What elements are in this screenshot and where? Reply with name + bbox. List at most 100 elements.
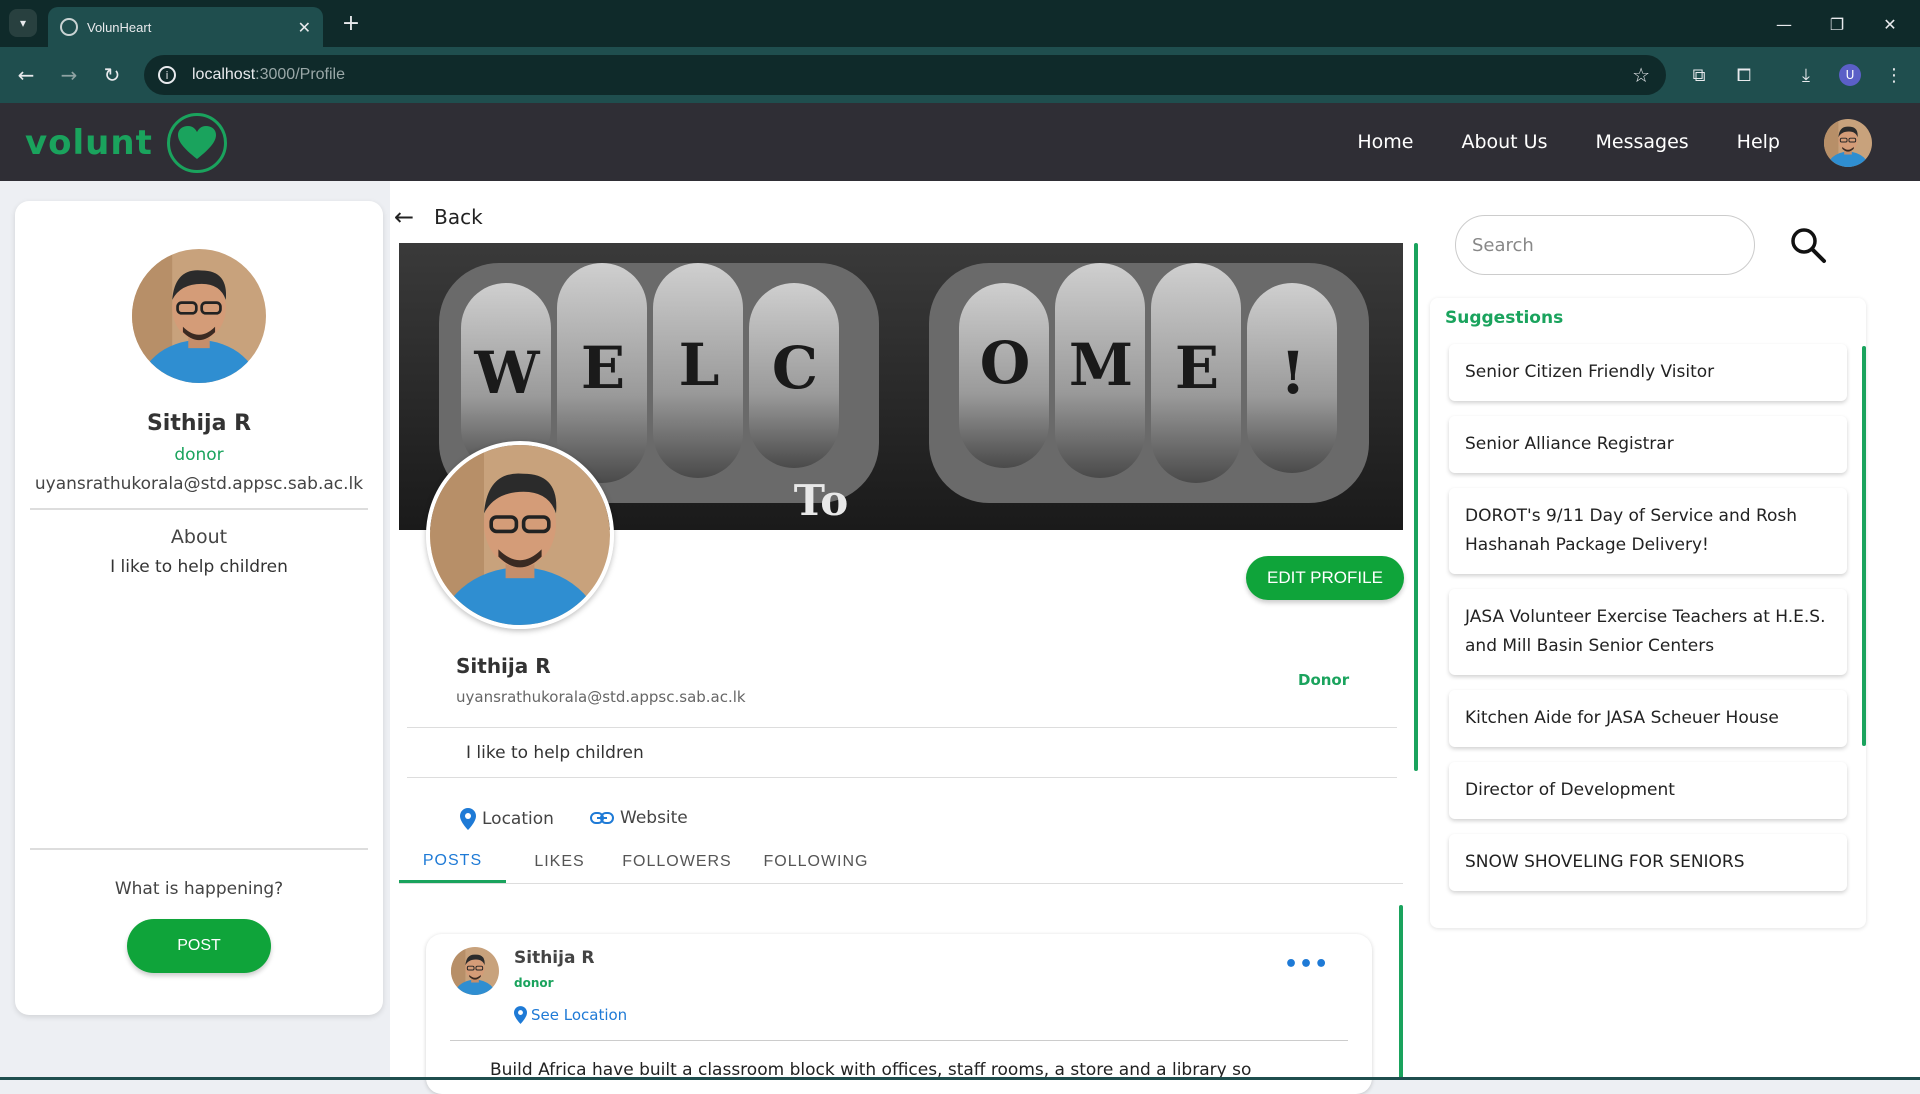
nav-help[interactable]: Help xyxy=(1737,131,1780,153)
back-label: Back xyxy=(434,205,483,229)
search-icon[interactable] xyxy=(1788,225,1828,265)
close-tab-icon[interactable]: ✕ xyxy=(298,18,311,37)
back-link[interactable]: ← Back xyxy=(394,203,483,231)
cover-letter: C xyxy=(772,334,818,402)
nav-messages[interactable]: Messages xyxy=(1595,131,1688,153)
profile-bio: I like to help children xyxy=(466,743,644,763)
post-card: Sithija R donor See Location ••• Build A… xyxy=(426,934,1372,1094)
browser-tab[interactable]: VolunHeart ✕ xyxy=(48,7,323,47)
forward-arrow-icon[interactable]: → xyxy=(55,61,83,89)
browser-tabstrip: ▾ VolunHeart ✕ + — ❐ ✕ xyxy=(0,0,1920,47)
cover-letter: W xyxy=(473,339,540,407)
divider xyxy=(407,727,1397,728)
suggestions-title: Suggestions xyxy=(1445,308,1564,328)
bookmark-star-icon[interactable]: ☆ xyxy=(1632,63,1650,87)
profile-scrollbar[interactable] xyxy=(1414,243,1418,771)
more-options-icon[interactable]: ••• xyxy=(1284,952,1329,977)
suggestion-item[interactable]: DOROT's 9/11 Day of Service and Rosh Has… xyxy=(1449,488,1847,574)
post-author-role: donor xyxy=(514,976,554,990)
app-header: volunt Home About Us Messages Help xyxy=(0,103,1920,181)
suggestions-panel: Suggestions Senior Citizen Friendly Visi… xyxy=(1430,298,1866,928)
location-label: Location xyxy=(482,809,554,829)
profile-avatar xyxy=(132,249,266,383)
post-author-name[interactable]: Sithija R xyxy=(514,948,594,968)
tab-followers[interactable]: FOLLOWERS xyxy=(613,841,741,883)
download-icon[interactable]: ⤓ xyxy=(1792,61,1820,89)
suggestions-scrollbar[interactable] xyxy=(1862,346,1866,746)
link-icon xyxy=(590,812,614,824)
tab-search-icon[interactable]: ▾ xyxy=(9,9,37,37)
right-sidebar: Suggestions Senior Citizen Friendly Visi… xyxy=(1420,181,1920,1080)
profile-name: Sithija R xyxy=(146,411,252,436)
search-input[interactable] xyxy=(1455,215,1755,275)
about-text: I like to help children xyxy=(110,557,288,577)
profile-summary-card: Sithija R donor uyansrathukorala@std.app… xyxy=(15,201,383,1015)
suggestion-item[interactable]: SNOW SHOVELING FOR SENIORS xyxy=(1449,834,1847,891)
user-avatar[interactable] xyxy=(1824,119,1872,167)
heart-logo-icon xyxy=(166,113,227,173)
cover-letter: L xyxy=(679,331,720,399)
profile-email: uyansrathukorala@std.appsc.sab.ac.lk xyxy=(456,688,746,706)
browser-menu-icon[interactable]: ⋮ xyxy=(1880,61,1908,89)
tab-posts[interactable]: POSTS xyxy=(399,841,506,883)
map-pin-icon xyxy=(514,1006,527,1024)
nav-home[interactable]: Home xyxy=(1357,131,1413,153)
logo-text: volunt xyxy=(25,123,153,163)
profile-large-avatar xyxy=(426,441,614,629)
new-tab-icon[interactable]: + xyxy=(338,10,364,36)
cover-word: To xyxy=(794,476,848,525)
post-author-avatar[interactable] xyxy=(451,947,499,995)
posts-scrollbar[interactable] xyxy=(1399,905,1403,1080)
browser-toolbar: ← → ↻ i localhost:3000/Profile ☆ ⧉ ⧠ ⤓ U… xyxy=(0,47,1920,103)
translate-icon[interactable]: ⧉ xyxy=(1685,61,1713,89)
map-pin-icon xyxy=(460,808,476,830)
tab-title: VolunHeart xyxy=(87,19,152,35)
cover-letter: M xyxy=(1069,331,1133,399)
website-label: Website xyxy=(620,808,688,828)
tabs-divider xyxy=(399,883,1403,884)
url-host: localhost xyxy=(192,66,256,83)
profile-type-badge: Donor xyxy=(1298,671,1350,689)
suggestion-item[interactable]: Kitchen Aide for JASA Scheuer House xyxy=(1449,690,1847,747)
tab-likes[interactable]: LIKES xyxy=(506,841,613,883)
url-path: :3000/Profile xyxy=(255,66,345,83)
edit-profile-button[interactable]: EDIT PROFILE xyxy=(1246,556,1404,600)
suggestion-item[interactable]: JASA Volunteer Exercise Teachers at H.E.… xyxy=(1449,589,1847,675)
website-link[interactable]: Website xyxy=(590,808,688,828)
divider xyxy=(30,508,368,510)
profile-tabs: POSTS LIKES FOLLOWERS FOLLOWING xyxy=(399,841,1403,883)
restore-icon[interactable]: ❐ xyxy=(1823,10,1851,38)
profile-icon[interactable]: U xyxy=(1836,61,1864,89)
arrow-left-icon: ← xyxy=(394,203,415,231)
profile-name: Sithija R xyxy=(456,654,551,678)
cover-letter: ! xyxy=(1280,339,1305,407)
tab-following[interactable]: FOLLOWING xyxy=(741,841,891,883)
cover-letter: E xyxy=(1175,334,1219,402)
about-heading: About xyxy=(170,526,228,548)
reload-icon[interactable]: ↻ xyxy=(98,61,126,89)
logo[interactable]: volunt xyxy=(25,113,227,173)
minimize-icon[interactable]: — xyxy=(1770,10,1798,38)
extensions-icon[interactable]: ⧠ xyxy=(1730,61,1758,89)
divider xyxy=(407,777,1397,778)
site-info-icon[interactable]: i xyxy=(158,66,176,84)
post-button[interactable]: POST xyxy=(127,919,271,973)
cover-letter: E xyxy=(581,334,625,402)
main-nav: Home About Us Messages Help xyxy=(1357,103,1780,181)
divider xyxy=(30,848,368,850)
cover-letter: O xyxy=(980,329,1031,397)
back-arrow-icon[interactable]: ← xyxy=(12,61,40,89)
close-window-icon[interactable]: ✕ xyxy=(1876,10,1904,38)
nav-about-us[interactable]: About Us xyxy=(1461,131,1547,153)
profile-main: ← Back W E L C O M E ! To EDIT PROFILE S… xyxy=(390,181,1420,1094)
address-bar[interactable]: i localhost:3000/Profile ☆ xyxy=(144,55,1666,95)
divider xyxy=(450,1040,1348,1041)
suggestion-item[interactable]: Director of Development xyxy=(1449,762,1847,819)
suggestion-item[interactable]: Senior Citizen Friendly Visitor xyxy=(1449,344,1847,401)
suggestion-item[interactable]: Senior Alliance Registrar xyxy=(1449,416,1847,473)
see-location-label: See Location xyxy=(531,1006,628,1024)
location-link[interactable]: Location xyxy=(460,808,554,830)
happening-prompt: What is happening? xyxy=(114,879,284,899)
see-location-link[interactable]: See Location xyxy=(514,1006,627,1024)
globe-icon xyxy=(60,18,78,36)
